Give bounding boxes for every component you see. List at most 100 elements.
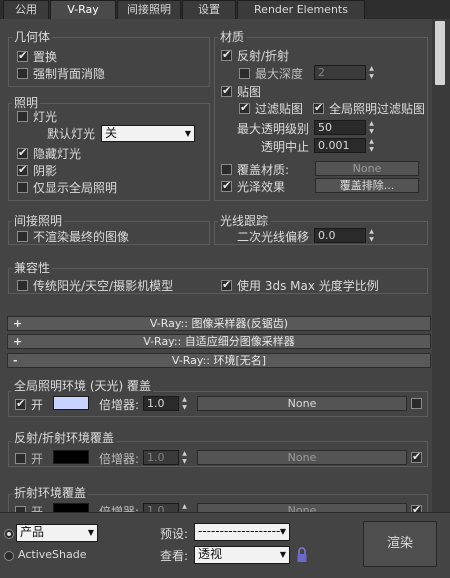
tab-vray[interactable]: V-Ray	[50, 0, 116, 19]
filter-maps-row[interactable]: 过滤贴图	[239, 100, 303, 116]
legacy-sun-row[interactable]: 传统阳光/天空/摄影机模型	[17, 277, 173, 293]
max-depth-checkbox[interactable]	[239, 67, 250, 79]
shadows-checkbox[interactable]	[17, 163, 28, 176]
legacy-sun-label: 传统阳光/天空/摄影机模型	[33, 278, 174, 293]
refl-env-mult-label: 倍增器:	[99, 451, 140, 466]
preset-label: 预设:	[160, 527, 189, 541]
product-radio[interactable]	[4, 529, 14, 539]
gi-only-checkbox[interactable]	[17, 181, 28, 193]
spinner-arrows-icon[interactable]: ▲▼	[180, 450, 189, 465]
glossy-exclude-button[interactable]: 覆盖排除...	[315, 178, 419, 193]
lights-checkbox[interactable]	[17, 110, 28, 122]
dont-render-final-checkbox[interactable]	[17, 230, 28, 242]
gi-env-on-label: 开	[31, 397, 44, 412]
photometric-row[interactable]: 使用 3ds Max 光度学比例	[221, 277, 379, 293]
reflect-refract-row[interactable]: 反射/折射	[221, 47, 289, 63]
max-depth-row[interactable]: 最大深度	[239, 65, 303, 81]
refr-env-color-swatch[interactable]	[53, 503, 89, 512]
max-depth-value[interactable]: 2	[314, 65, 366, 80]
shadows-label: 阴影	[33, 163, 58, 178]
shadows-row[interactable]: 阴影	[17, 162, 57, 178]
refl-env-map-button[interactable]: None	[197, 450, 407, 465]
max-depth-label: 最大深度	[255, 66, 304, 81]
glossy-row[interactable]: 光泽效果	[221, 178, 285, 194]
force-backface-row[interactable]: 强制背面消隐	[17, 65, 105, 81]
product-select[interactable]: 产品 ▼	[16, 524, 98, 542]
spinner-arrows-icon[interactable]: ▲▼	[180, 503, 189, 512]
gi-env-map-checkbox[interactable]	[411, 398, 422, 409]
scrollbar-thumb[interactable]	[435, 21, 445, 85]
default-lights-select[interactable]: 关 ▼	[101, 125, 195, 142]
dont-render-final-row[interactable]: 不渲染最终的图像	[17, 228, 129, 244]
spinner-arrows-icon[interactable]: ▲▼	[367, 120, 376, 135]
lights-row[interactable]: 灯光	[17, 108, 57, 124]
preset-select[interactable]: -------------------- ▼	[194, 523, 290, 541]
hidden-lights-checkbox[interactable]	[17, 146, 28, 159]
filter-gi-maps-checkbox[interactable]	[313, 101, 324, 114]
refl-env-mult-spinner[interactable]: 1.0 ▲ ▼	[143, 450, 189, 465]
displacement-checkbox[interactable]	[17, 49, 28, 62]
gi-only-row[interactable]: 仅显示全局照明	[17, 179, 117, 195]
max-depth-spinner[interactable]: 2 ▲ ▼	[314, 65, 376, 80]
spinner-arrows-icon[interactable]: ▲▼	[367, 65, 376, 80]
refr-env-on-row[interactable]: 开	[15, 503, 43, 512]
rollout-adaptive-subdivision[interactable]: + V-Ray:: 自适应细分图像采样器	[7, 334, 431, 349]
secondary-bias-value[interactable]: 0.0	[314, 228, 366, 243]
gi-env-on-checkbox[interactable]	[15, 397, 26, 410]
force-backface-checkbox[interactable]	[17, 67, 28, 79]
refr-env-mult-spinner[interactable]: 1.0 ▲▼	[143, 503, 189, 512]
refl-env-on-row[interactable]: 开	[15, 450, 43, 466]
max-transp-spinner[interactable]: 50 ▲ ▼	[314, 120, 376, 135]
tab-common[interactable]: 公用	[3, 0, 49, 19]
default-lights-row: 默认灯光	[47, 125, 95, 141]
spinner-arrows-icon[interactable]: ▲▼	[367, 228, 376, 243]
reflect-refract-label: 反射/折射	[237, 48, 290, 63]
override-mtl-checkbox[interactable]	[221, 163, 232, 175]
refl-env-map-checkbox[interactable]	[411, 450, 422, 463]
tab-settings[interactable]: 设置	[182, 0, 236, 19]
tab-render-elements[interactable]: Render Elements	[237, 0, 365, 19]
max-transp-value[interactable]: 50	[314, 120, 366, 135]
rollout-environment[interactable]: - V-Ray:: 环境[无名]	[7, 353, 431, 368]
hidden-lights-row[interactable]: 隐藏灯光	[17, 145, 81, 161]
maps-row[interactable]: 贴图	[221, 83, 261, 99]
secondary-bias-label: 二次光线偏移	[237, 229, 310, 244]
refr-env-map-checkbox[interactable]	[411, 503, 422, 512]
gi-env-map-button[interactable]: None	[197, 396, 407, 411]
filter-gi-maps-row[interactable]: 全局照明过滤贴图	[313, 100, 425, 116]
refl-env-mult-value[interactable]: 1.0	[143, 450, 179, 465]
displacement-row[interactable]: 置换	[17, 48, 57, 64]
maps-checkbox[interactable]	[221, 84, 232, 97]
refr-env-map-button[interactable]: None	[197, 503, 407, 512]
override-mtl-row[interactable]: 覆盖材质:	[221, 161, 289, 177]
chevron-down-icon: ▼	[87, 528, 94, 537]
photometric-checkbox[interactable]	[221, 278, 232, 291]
gi-env-color-swatch[interactable]	[53, 396, 89, 410]
tab-indirect-illumination[interactable]: 间接照明	[117, 0, 181, 19]
rollout-image-sampler[interactable]: + V-Ray:: 图像采样器(反锯齿)	[7, 316, 431, 331]
refl-env-on-checkbox[interactable]	[15, 452, 26, 464]
materials-title: 材质	[218, 28, 247, 45]
gi-env-mult-spinner[interactable]: 1.0 ▲ ▼	[143, 396, 189, 411]
filter-maps-checkbox[interactable]	[239, 101, 250, 114]
maps-label: 贴图	[237, 84, 262, 99]
glossy-checkbox[interactable]	[221, 179, 232, 192]
spinner-arrows-icon[interactable]: ▲▼	[367, 138, 376, 153]
reflect-refract-checkbox[interactable]	[221, 48, 232, 61]
transp-cutoff-value[interactable]: 0.001	[314, 138, 366, 153]
transp-cutoff-spinner[interactable]: 0.001 ▲ ▼	[314, 138, 376, 153]
panel-scrollbar[interactable]	[432, 19, 450, 512]
gi-env-mult-value[interactable]: 1.0	[143, 396, 179, 411]
gi-env-on-row[interactable]: 开	[15, 396, 43, 412]
refr-env-mult-value[interactable]: 1.0	[143, 503, 179, 512]
render-button[interactable]: 渲染	[363, 521, 437, 567]
lock-icon[interactable]	[296, 547, 308, 563]
refl-env-color-swatch[interactable]	[53, 450, 89, 464]
max-transp-row: 最大透明级别	[237, 120, 309, 136]
legacy-sun-checkbox[interactable]	[17, 279, 28, 291]
secondary-bias-spinner[interactable]: 0.0 ▲ ▼	[314, 228, 376, 243]
spinner-arrows-icon[interactable]: ▲▼	[180, 396, 189, 411]
override-mtl-button[interactable]: None	[315, 161, 419, 176]
activeshade-radio[interactable]	[4, 551, 14, 561]
view-select[interactable]: 透视 ▼	[194, 546, 290, 564]
